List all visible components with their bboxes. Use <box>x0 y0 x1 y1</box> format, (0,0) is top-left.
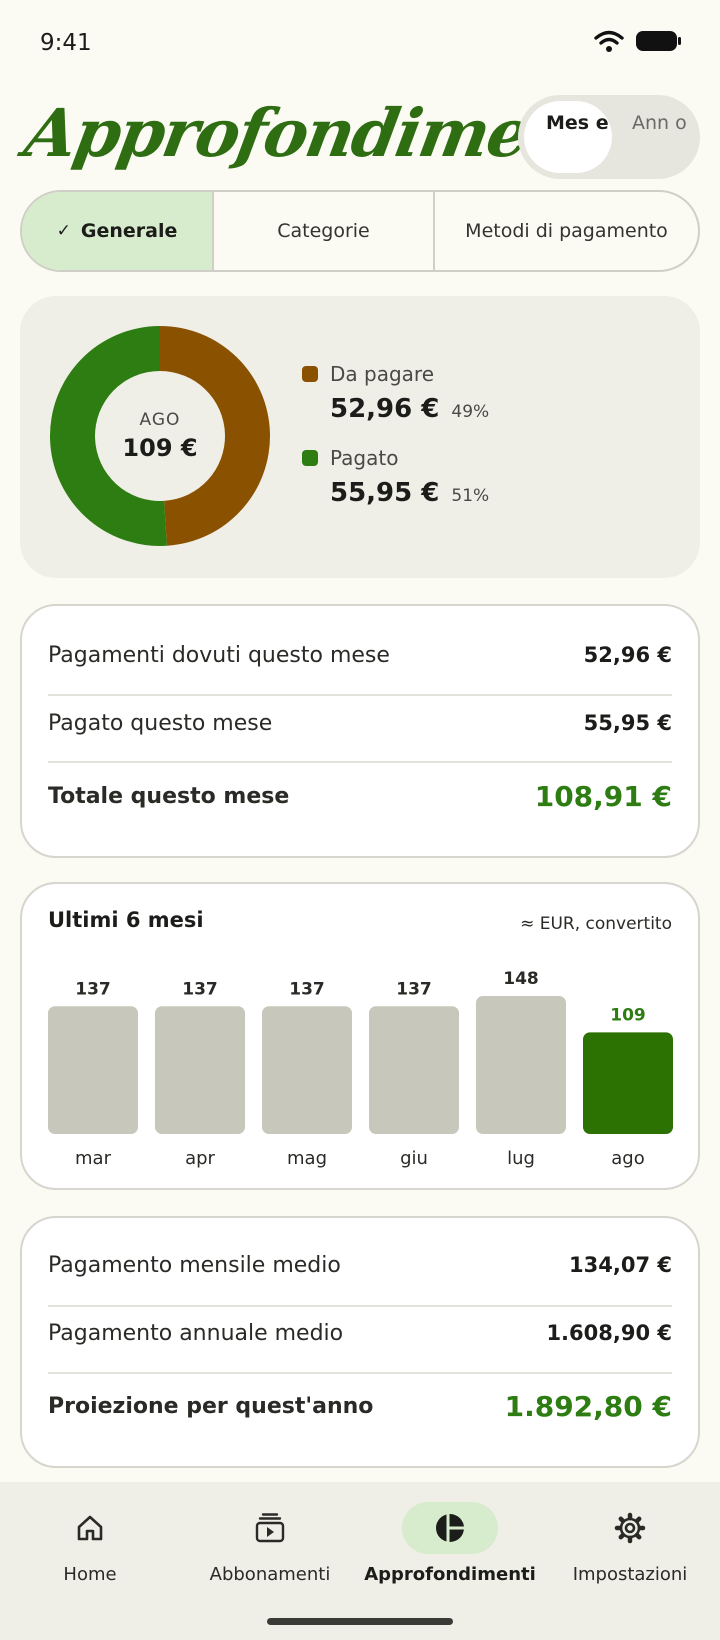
legend-item-pagato: Pagato 55,95 € 51% <box>302 446 489 508</box>
home-indicator[interactable] <box>267 1618 453 1625</box>
nav-label: Impostazioni <box>572 1564 688 1585</box>
row-dovuti: Pagamenti dovuti questo mese 52,96 € <box>48 630 672 680</box>
row-value: 52,96 € <box>583 643 672 667</box>
donut-chart: AGO 109 € <box>49 326 270 546</box>
legend-percent: 49% <box>451 402 490 422</box>
tab-label: Categorie <box>277 220 370 242</box>
legend-amount: 52,96 € <box>330 394 440 424</box>
legend-label: Pagato <box>330 446 399 470</box>
bar-category-label: apr <box>185 1148 215 1169</box>
nav-label: Approfondimenti <box>364 1564 536 1585</box>
divider <box>48 1305 672 1307</box>
row-value: 1.892,80 € <box>504 1389 672 1423</box>
legend-amount: 55,95 € <box>330 478 440 508</box>
tab-generale[interactable]: ✓ Generale <box>22 192 212 270</box>
divider <box>48 694 672 696</box>
donut-month: AGO <box>139 410 181 430</box>
divider <box>48 1372 672 1374</box>
home-icon <box>42 1502 138 1554</box>
bar-apr <box>155 1006 245 1134</box>
insights-icon <box>402 1502 498 1554</box>
gear-icon <box>582 1502 678 1554</box>
bar-mar <box>48 1006 138 1134</box>
legend-label: Da pagare <box>330 362 435 386</box>
month-totals-card: Pagamenti dovuti questo mese 52,96 € Pag… <box>20 604 700 858</box>
donut-center: AGO 109 € <box>50 326 270 546</box>
summary-card: AGO 109 € Da pagare 52,96 € 49% Pagato 5… <box>20 296 700 578</box>
row-label: Pagato questo mese <box>48 710 273 736</box>
wifi-icon <box>594 30 624 52</box>
bar-value-label: 109 <box>610 1005 646 1025</box>
row-label: Pagamenti dovuti questo mese <box>48 642 390 668</box>
bar-giu <box>369 1006 459 1134</box>
row-value: 134,07 € <box>569 1253 672 1277</box>
subscriptions-icon <box>222 1502 318 1554</box>
legend-swatch <box>302 450 318 466</box>
row-value: 1.608,90 € <box>546 1321 672 1345</box>
row-totale: Totale questo mese 108,91 € <box>48 766 672 826</box>
header: Approfondimenti Mes e Ann o <box>0 90 720 190</box>
row-value: 108,91 € <box>534 779 672 813</box>
bar-chart-card: Ultimi 6 mesi ≈ EUR, convertito 137 mar 13… <box>20 882 700 1190</box>
row-proiezione: Proiezione per quest'anno 1.892,80 € <box>48 1376 672 1436</box>
tab-metodi-di-pagamento[interactable]: Metodi di pagamento <box>433 192 698 270</box>
nav-item-home[interactable]: Home <box>0 1502 180 1585</box>
legend-percent: 51% <box>451 486 490 506</box>
bar-value-label: 137 <box>75 979 111 999</box>
bar-lug <box>476 996 566 1134</box>
bar-category-label: mag <box>287 1148 327 1169</box>
bar-ago <box>583 1032 673 1134</box>
bar-mag <box>262 1006 352 1134</box>
row-label: Totale questo mese <box>48 783 290 809</box>
donut-legend: Da pagare 52,96 € 49% Pagato 55,95 € 51% <box>302 362 489 530</box>
averages-card: Pagamento mensile medio 134,07 € Pagamen… <box>20 1216 700 1468</box>
row-mensile-medio: Pagamento mensile medio 134,07 € <box>48 1240 672 1290</box>
bar-value-label: 148 <box>503 969 539 989</box>
bar-category-label: giu <box>400 1148 428 1169</box>
tab-label: Generale <box>80 220 178 242</box>
nav-label: Home <box>63 1564 117 1585</box>
bottom-navigation: Home Abbonamenti Approfondimenti Imposta… <box>0 1482 720 1640</box>
bar-value-label: 137 <box>396 979 432 999</box>
bar-category-label: ago <box>611 1148 644 1169</box>
nav-item-abbonamenti[interactable]: Abbonamenti <box>180 1502 360 1585</box>
row-annuale-medio: Pagamento annuale medio 1.608,90 € <box>48 1308 672 1358</box>
nav-label: Abbonamenti <box>209 1564 331 1585</box>
donut-total: 109 € <box>122 434 198 462</box>
toggle-option-mese[interactable]: Mes e <box>524 101 612 173</box>
status-time: 9:41 <box>40 30 92 56</box>
segmented-tabs: ✓ Generale Categorie Metodi di pagamento <box>20 190 700 272</box>
toggle-option-anno[interactable]: Ann o <box>610 101 698 173</box>
row-label: Pagamento mensile medio <box>48 1252 341 1278</box>
status-icons <box>594 30 682 52</box>
divider <box>48 761 672 763</box>
check-icon: ✓ <box>56 221 71 241</box>
row-value: 55,95 € <box>583 711 672 735</box>
battery-icon <box>636 31 681 51</box>
tab-categorie[interactable]: Categorie <box>212 192 433 270</box>
bar-chart-svg: 137 mar 137 apr 137 mag 137 giu 148 lug 109 ago <box>48 969 673 1169</box>
tab-label: Metodi di pagamento <box>465 220 668 242</box>
row-label: Proiezione per quest'anno <box>48 1393 374 1419</box>
period-toggle[interactable]: Mes e Ann o <box>518 95 700 179</box>
row-label: Pagamento annuale medio <box>48 1320 344 1346</box>
bar-category-label: mar <box>75 1148 112 1169</box>
nav-item-approfondimenti[interactable]: Approfondimenti <box>360 1502 540 1585</box>
bar-category-label: lug <box>507 1148 535 1169</box>
status-bar: 9:41 <box>0 0 720 90</box>
bar-value-label: 137 <box>182 979 218 999</box>
legend-item-da-pagare: Da pagare 52,96 € 49% <box>302 362 489 424</box>
bar-value-label: 137 <box>289 979 325 999</box>
legend-swatch <box>302 366 318 382</box>
nav-item-impostazioni[interactable]: Impostazioni <box>540 1502 720 1585</box>
row-pagato: Pagato questo mese 55,95 € <box>48 698 672 748</box>
